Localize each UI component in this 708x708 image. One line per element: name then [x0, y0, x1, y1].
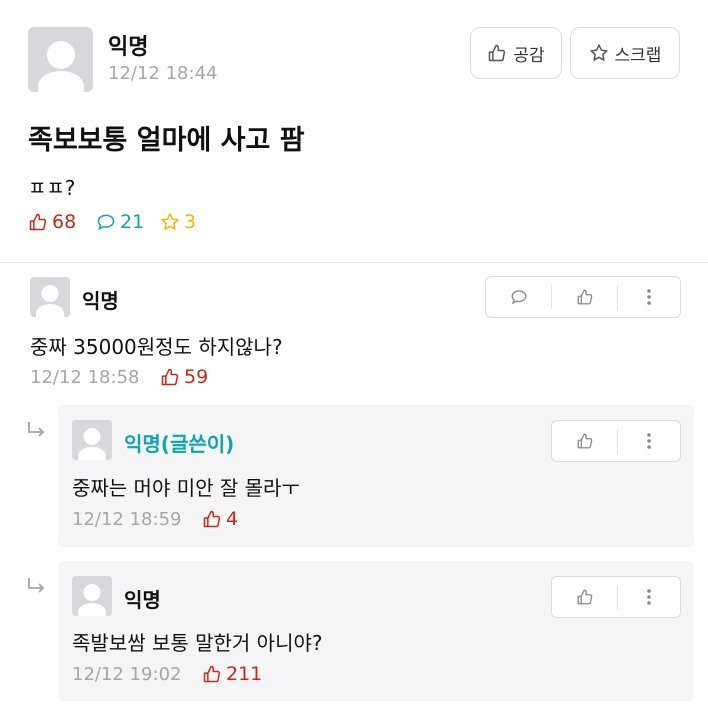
more-vertical-icon [647, 589, 651, 605]
like-button-label: 공감 [513, 45, 545, 66]
thumb-up-icon [203, 665, 221, 683]
reply-like-count: 4 [202, 508, 238, 530]
thumb-up-icon [577, 433, 592, 449]
star-icon [589, 44, 608, 61]
thumb-up-icon [203, 510, 221, 528]
comment-text: 중짜 35000원정도 하지않나? [30, 335, 283, 359]
reply-author: 익명 [124, 588, 161, 612]
like-button[interactable]: 공감 [470, 27, 562, 79]
more-vertical-icon [647, 433, 651, 449]
post-scrap-count: 3 [160, 211, 196, 233]
comment-time: 12/12 18:58 [30, 367, 140, 388]
speech-bubble-icon [97, 214, 115, 231]
reply-like-button[interactable] [552, 577, 617, 617]
scrap-button-label: 스크랩 [614, 45, 662, 66]
reply-time: 12/12 19:02 [72, 664, 182, 685]
reply-arrow-icon [28, 422, 45, 437]
divider [0, 262, 708, 263]
more-button[interactable] [618, 421, 680, 461]
avatar [72, 576, 112, 616]
reply-text: 중짜는 머야 미안 잘 몰라ㅜ [72, 476, 300, 500]
more-button[interactable] [618, 277, 680, 317]
thumb-up-icon [161, 368, 179, 386]
avatar [30, 277, 70, 317]
reply-time: 12/12 18:59 [72, 509, 182, 530]
thumb-up-icon [29, 213, 47, 231]
post-like-count: 68 [28, 211, 76, 233]
comment-actions [485, 276, 681, 318]
avatar [28, 27, 93, 92]
star-icon [161, 213, 179, 230]
thumb-up-icon [577, 589, 592, 605]
post-time: 12/12 18:44 [108, 63, 218, 84]
reply-author-op: 익명(글쓴이) [124, 432, 235, 456]
scrap-button[interactable]: 스크랩 [570, 27, 680, 79]
thumb-up-icon [577, 289, 592, 305]
avatar [72, 420, 112, 460]
post-comment-count: 21 [96, 211, 144, 233]
post-author: 익명 [108, 35, 149, 60]
comment-like-count: 59 [160, 366, 208, 388]
thumb-up-icon [489, 44, 506, 62]
more-button[interactable] [618, 577, 680, 617]
reply-actions [551, 576, 681, 618]
comment-author: 익명 [82, 289, 119, 313]
speech-bubble-icon [511, 290, 526, 305]
reply-arrow-icon [28, 578, 45, 593]
reply-like-count: 211 [202, 663, 262, 685]
reply-button[interactable] [486, 277, 551, 317]
reply-actions [551, 420, 681, 462]
more-vertical-icon [647, 289, 651, 305]
comment-like-button[interactable] [552, 277, 617, 317]
reply-like-button[interactable] [552, 421, 617, 461]
post-title: 족보보통 얼마에 사고 팜 [28, 125, 305, 156]
reply-text: 족발보쌈 보통 말한거 아니야? [72, 631, 323, 655]
post-body: ㅍㅍ? [28, 176, 76, 200]
